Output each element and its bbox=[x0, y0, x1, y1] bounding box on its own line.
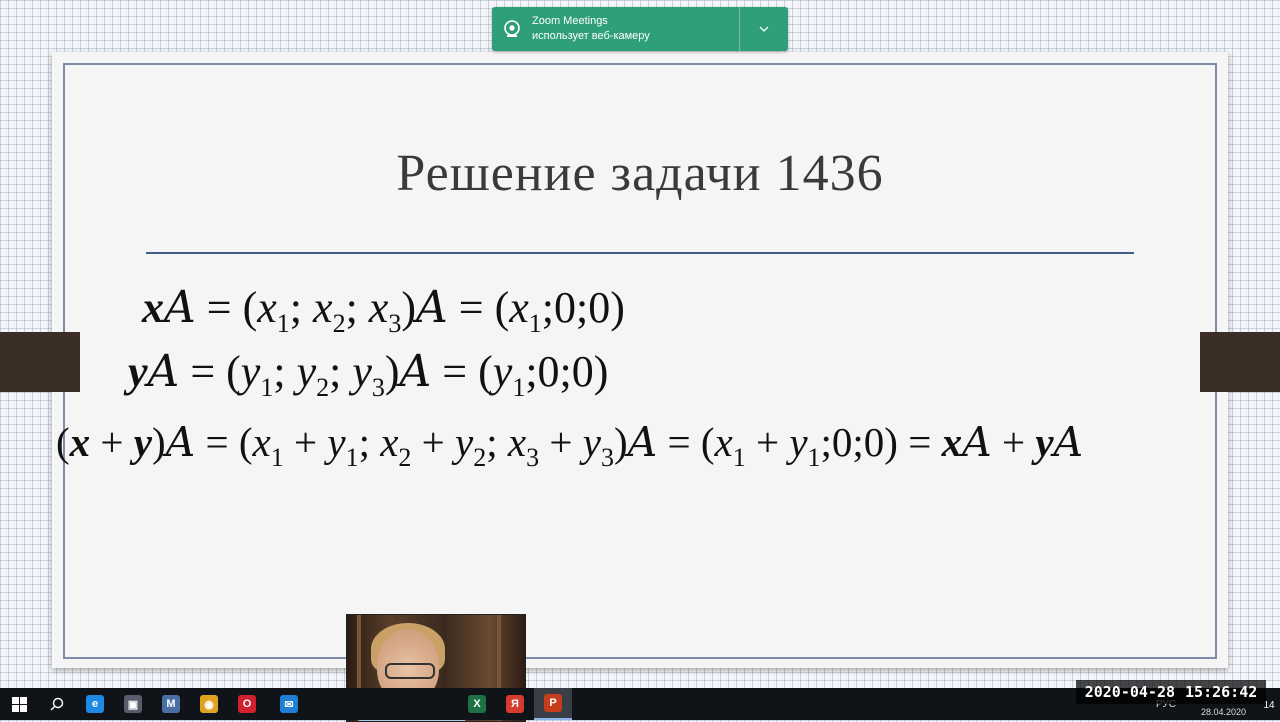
coord: y bbox=[492, 347, 513, 396]
subscript: 1 bbox=[528, 309, 542, 338]
zoom-message: использует веб-камеру bbox=[532, 30, 650, 42]
vector-x: x bbox=[941, 419, 963, 465]
taskbar-app-chrome[interactable]: ◉ bbox=[190, 688, 228, 720]
coord: x bbox=[507, 419, 527, 465]
taskbar-app-opera[interactable]: O bbox=[228, 688, 266, 720]
coord: x bbox=[509, 283, 529, 332]
coord: x bbox=[313, 283, 333, 332]
left-side-tab[interactable] bbox=[0, 332, 80, 392]
mail-icon: ✉ bbox=[280, 695, 298, 713]
subscript: 1 bbox=[732, 443, 746, 472]
equation-2: yA = (y1; y2; y3)A = (y1;0;0) bbox=[128, 346, 609, 402]
timestamp-time: 15:26:42 bbox=[1185, 683, 1258, 701]
subscript: 3 bbox=[600, 443, 614, 472]
coord: x bbox=[368, 283, 389, 332]
equals-sign: = bbox=[458, 283, 484, 332]
video-editor-icon: ▣ bbox=[124, 695, 142, 713]
start-button[interactable] bbox=[0, 688, 38, 720]
vector-x: x bbox=[142, 283, 164, 332]
subscript: 2 bbox=[473, 443, 487, 472]
taskbar-app-powerpoint[interactable]: P bbox=[534, 688, 572, 720]
windows-logo-icon bbox=[11, 696, 27, 712]
coord: x bbox=[380, 419, 399, 465]
timestamp-date: 2020-04-28 bbox=[1084, 683, 1176, 701]
equals-sign: = bbox=[667, 419, 691, 465]
operator-a: A bbox=[962, 418, 992, 466]
coord: y bbox=[296, 347, 317, 396]
equals-sign: = bbox=[205, 419, 229, 465]
taskbar-app-m-app[interactable]: M bbox=[152, 688, 190, 720]
vector-y: y bbox=[133, 419, 152, 465]
subscript: 1 bbox=[260, 373, 274, 402]
taskbar-app-edge[interactable]: e bbox=[76, 688, 114, 720]
taskbar-app-video-editor[interactable]: ▣ bbox=[114, 688, 152, 720]
subscript: 1 bbox=[276, 309, 290, 338]
taskbar-app-mail[interactable]: ✉ bbox=[270, 688, 308, 720]
operator-a: A bbox=[415, 282, 448, 333]
subscript: 1 bbox=[345, 443, 359, 472]
tray-date[interactable]: 28.04.2020 bbox=[1201, 707, 1246, 717]
zoom-camera-notification[interactable]: Zoom Meetings использует веб-камеру bbox=[492, 7, 788, 51]
coord: y bbox=[582, 419, 601, 465]
operator-a: A bbox=[165, 418, 196, 466]
operator-a: A bbox=[1053, 418, 1084, 466]
subscript: 3 bbox=[388, 309, 402, 338]
subscript: 3 bbox=[526, 443, 540, 472]
equals-sign: = bbox=[908, 419, 932, 465]
opera-icon: O bbox=[238, 695, 256, 713]
coord: x bbox=[257, 283, 277, 332]
vector-y: y bbox=[1035, 419, 1054, 465]
equation-1: xA = (x1; x2; x3)A = (x1;0;0) bbox=[142, 282, 625, 338]
taskbar-app-excel[interactable]: X bbox=[458, 688, 496, 720]
title-underline bbox=[146, 252, 1134, 254]
taskbar-app-list: e ▣ M ◉ O ✉ X Я P bbox=[76, 688, 572, 720]
result-tail: ;0;0) bbox=[820, 419, 898, 465]
coord: y bbox=[240, 347, 261, 396]
chevron-down-icon[interactable] bbox=[740, 7, 788, 51]
equals-sign: = bbox=[442, 347, 468, 396]
result-tail: ;0;0) bbox=[541, 283, 625, 332]
presenter-glasses bbox=[385, 663, 435, 679]
coord: y bbox=[352, 347, 372, 396]
excel-icon: X bbox=[468, 695, 486, 713]
operator-a: A bbox=[164, 282, 196, 333]
equals-sign: = bbox=[206, 283, 232, 332]
m-app-icon: M bbox=[162, 695, 180, 713]
subscript: 3 bbox=[371, 373, 385, 402]
taskbar-spacer bbox=[308, 688, 458, 720]
result-tail: ;0;0) bbox=[525, 347, 609, 396]
operator-a: A bbox=[399, 346, 432, 397]
coord: y bbox=[327, 419, 346, 465]
operator-a: A bbox=[627, 418, 658, 466]
subscript: 1 bbox=[270, 443, 284, 472]
equation-3: (x + y)A = (x1 + y1; x2 + y2; x3 + y3)A … bbox=[56, 418, 1084, 472]
search-icon bbox=[50, 697, 64, 711]
webcam-icon bbox=[492, 7, 532, 51]
equals-sign: = bbox=[190, 347, 216, 396]
coord: y bbox=[455, 419, 474, 465]
yandex-icon: Я bbox=[506, 695, 524, 713]
subscript: 2 bbox=[332, 309, 346, 338]
powerpoint-icon: P bbox=[544, 694, 562, 712]
coord: x bbox=[714, 419, 733, 465]
taskbar-app-yandex[interactable]: Я bbox=[496, 688, 534, 720]
vector-y: y bbox=[128, 347, 148, 396]
subscript: 1 bbox=[807, 443, 821, 472]
right-side-tab[interactable] bbox=[1200, 332, 1280, 392]
subscript: 1 bbox=[512, 373, 526, 402]
taskbar-search-button[interactable] bbox=[38, 688, 76, 720]
chrome-icon: ◉ bbox=[200, 695, 218, 713]
vector-x: x bbox=[69, 419, 91, 465]
recording-timestamp: 2020-04-28 15:26:42 bbox=[1076, 680, 1266, 704]
slide-title: Решение задачи 1436 bbox=[396, 145, 884, 202]
coord: x bbox=[252, 419, 271, 465]
zoom-app-name: Zoom Meetings bbox=[532, 15, 608, 27]
subscript: 2 bbox=[398, 443, 412, 472]
operator-a: A bbox=[147, 346, 180, 397]
edge-icon: e bbox=[86, 695, 104, 713]
subscript: 2 bbox=[316, 373, 330, 402]
coord: y bbox=[789, 419, 808, 465]
